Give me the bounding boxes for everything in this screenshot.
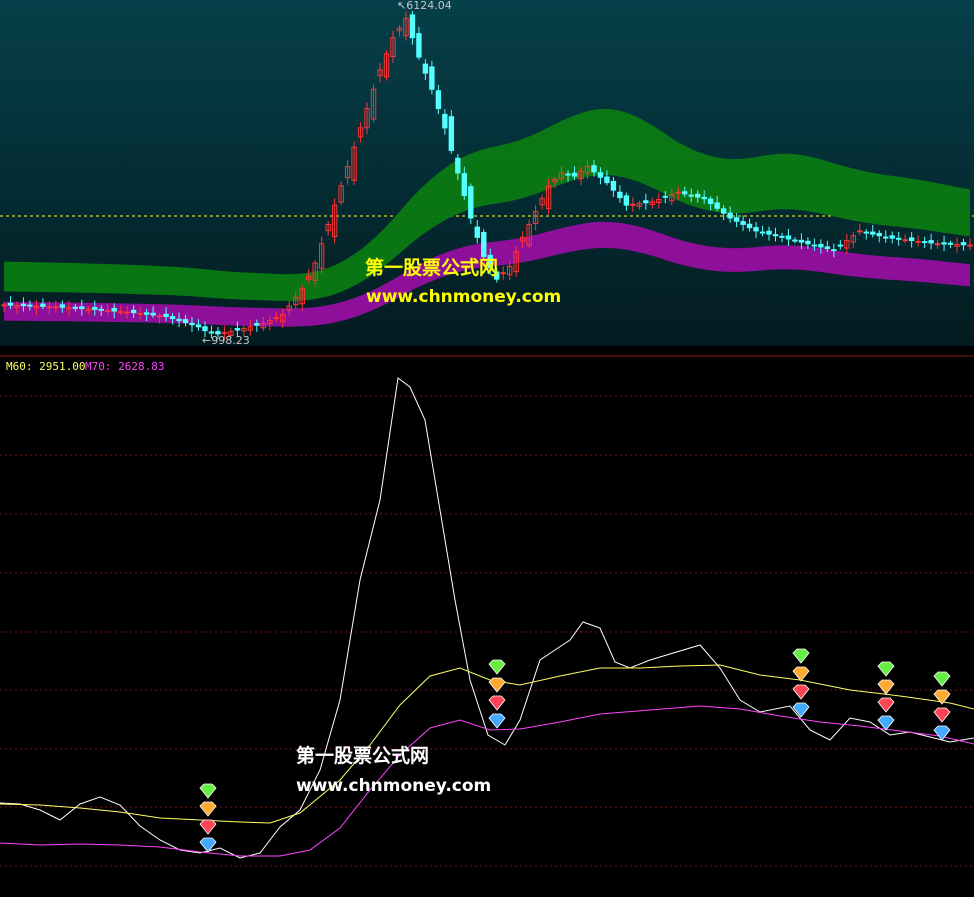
stock-chart: [0, 0, 974, 897]
legend-m70: M70: 2628.83: [85, 360, 165, 373]
candle: [448, 110, 455, 154]
low-price-label: ←998.23: [202, 334, 250, 347]
high-value: 6124.04: [406, 0, 452, 12]
low-marker: ←: [202, 334, 212, 347]
low-value: 998.23: [211, 334, 250, 347]
candle: [468, 183, 474, 225]
watermark-site-name-bottom: 第一股票公式网: [296, 745, 430, 767]
indicator-panel-background: [0, 346, 974, 897]
high-marker: ↖: [397, 0, 407, 12]
legend-m60: M60: 2951.00: [6, 360, 86, 373]
watermark-site-url-top: www.chnmoney.com: [366, 287, 562, 307]
watermark-site-url-bottom: www.chnmoney.com: [296, 776, 492, 796]
watermark-site-name-top: 第一股票公式网: [365, 257, 499, 279]
high-price-label: ↖6124.04: [397, 0, 452, 12]
